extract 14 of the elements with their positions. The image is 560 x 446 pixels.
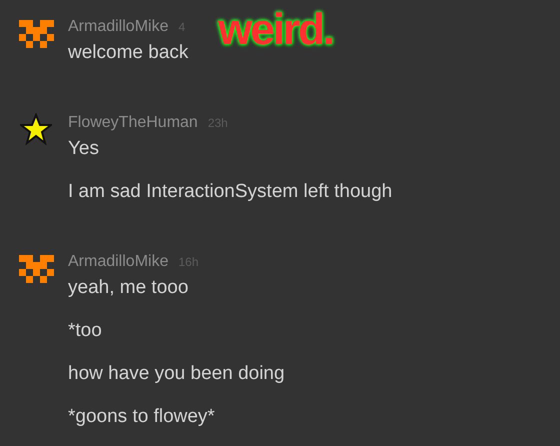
meme-caption: weird. — [218, 6, 334, 54]
message-text: welcome back — [68, 41, 188, 65]
username[interactable]: ArmadilloMike — [68, 15, 168, 39]
message-text: yeah, me tooo — [68, 276, 190, 300]
checker-avatar-icon — [18, 20, 54, 48]
username[interactable]: FloweyTheHuman — [68, 111, 198, 135]
checker-avatar-icon — [18, 255, 54, 283]
username[interactable]: ArmadilloMike — [68, 250, 168, 274]
message-text: *too — [68, 319, 103, 343]
message-text: I am sad InteractionSystem left though — [68, 180, 392, 204]
message-text: Yes — [68, 137, 100, 161]
star-avatar-icon — [20, 113, 52, 145]
message-text: *goons to flowey* — [68, 405, 216, 429]
message-text: how have you been doing — [68, 362, 285, 386]
